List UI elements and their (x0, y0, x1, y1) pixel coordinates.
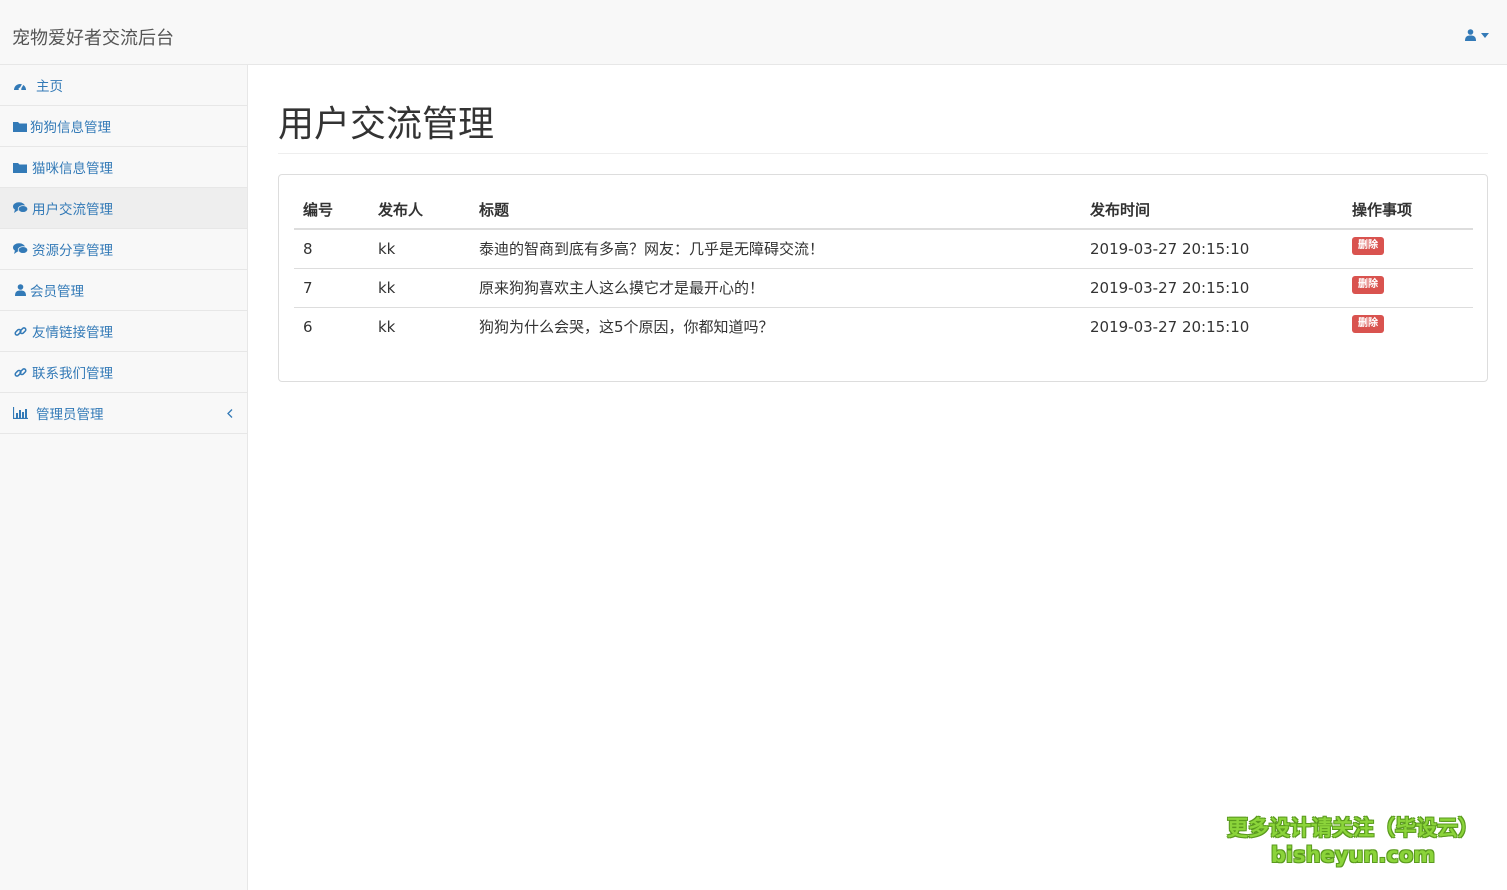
user-menu[interactable] (1465, 29, 1489, 41)
cell-title: 原来狗狗喜欢主人这么摸它才是最开心的！ (470, 268, 1081, 308)
sidebar-item-label: 主页 (36, 79, 63, 95)
sidebar-item-label: 资源分享管理 (32, 243, 113, 259)
user-icon (12, 283, 28, 297)
sidebar-item-cat-info[interactable]: 猫咪信息管理 (0, 147, 247, 188)
delete-button[interactable]: 删除 (1352, 237, 1384, 256)
column-header-time: 发布时间 (1081, 190, 1343, 230)
user-icon (1465, 29, 1476, 41)
sidebar-item-home[interactable]: 主页 (0, 65, 247, 106)
cell-time: 2019-03-27 20:15:10 (1081, 229, 1343, 269)
sidebar-item-contact-us[interactable]: 联系我们管理 (0, 352, 247, 393)
column-header-actions: 操作事项 (1343, 190, 1473, 230)
dashboard-icon (12, 78, 28, 92)
table-panel: 编号 发布人 标题 发布时间 操作事项 8 kk 泰迪的智商到底有多高？网友：几… (278, 174, 1488, 382)
sidebar-item-label: 猫咪信息管理 (32, 161, 113, 177)
comments-icon (12, 242, 28, 256)
sidebar-item-label: 友情链接管理 (32, 325, 113, 341)
cell-id: 7 (294, 268, 369, 308)
folder-icon (12, 119, 28, 133)
posts-table: 编号 发布人 标题 发布时间 操作事项 8 kk 泰迪的智商到底有多高？网友：几… (294, 190, 1473, 346)
column-header-title: 标题 (470, 190, 1081, 230)
table-row: 7 kk 原来狗狗喜欢主人这么摸它才是最开心的！ 2019-03-27 20:1… (294, 268, 1473, 308)
sidebar-item-label: 狗狗信息管理 (30, 120, 111, 136)
column-header-author: 发布人 (369, 190, 470, 230)
table-header-row: 编号 发布人 标题 发布时间 操作事项 (294, 190, 1473, 230)
sidebar-item-label: 会员管理 (30, 284, 84, 300)
cell-author: kk (378, 317, 396, 336)
brand-title[interactable]: 宠物爱好者交流后台 (12, 27, 174, 51)
cell-actions: 删除 (1343, 268, 1473, 308)
cell-author: kk (369, 229, 470, 269)
page-title: 用户交流管理 (278, 104, 495, 145)
table-row: 6 kk 狗狗为什么会哭，这5个原因，你都知道吗？ 2019-03-27 20:… (294, 307, 1473, 346)
cell-actions: 删除 (1343, 307, 1473, 346)
sidebar-item-dog-info[interactable]: 狗狗信息管理 (0, 106, 247, 147)
cell-title: 泰迪的智商到底有多高？网友：几乎是无障碍交流！ (470, 229, 1081, 269)
delete-button[interactable]: 删除 (1352, 315, 1384, 334)
cell-id: 6 (303, 317, 313, 336)
chevron-left-icon[interactable] (227, 406, 233, 422)
cell-title: 狗狗为什么会哭，这5个原因，你都知道吗？ (479, 318, 774, 337)
sidebar-item-resource-share[interactable]: 资源分享管理 (0, 229, 247, 270)
caret-down-icon (1481, 32, 1489, 38)
sidebar-item-label: 管理员管理 (36, 407, 104, 423)
sidebar-item-friend-links[interactable]: 友情链接管理 (0, 311, 247, 352)
delete-button[interactable]: 删除 (1352, 276, 1384, 294)
sidebar-item-admins[interactable]: 管理员管理 (0, 393, 247, 434)
top-navbar: 宠物爱好者交流后台 (0, 0, 1507, 65)
column-header-id: 编号 (294, 190, 369, 230)
page-header: 用户交流管理 (278, 103, 1488, 154)
table-row: 8 kk 泰迪的智商到底有多高？网友：几乎是无障碍交流！ 2019-03-27 … (294, 229, 1473, 269)
cell-time: 2019-03-27 20:15:10 (1090, 317, 1250, 336)
cell-author: kk (369, 268, 470, 308)
main-content: 用户交流管理 编号 发布人 标题 发布时间 操作事项 8 kk 泰迪的智商到底有… (248, 65, 1507, 890)
cell-id: 8 (294, 229, 369, 269)
cell-time: 2019-03-27 20:15:10 (1081, 268, 1343, 308)
sidebar-item-label: 用户交流管理 (32, 202, 113, 218)
folder-icon (12, 160, 28, 174)
sidebar-item-user-exchange[interactable]: 用户交流管理 (0, 188, 247, 229)
link-icon (12, 324, 28, 338)
comments-icon (12, 201, 28, 215)
cell-actions: 删除 (1343, 229, 1473, 269)
link-icon (12, 365, 28, 379)
bar-chart-icon (12, 406, 28, 420)
sidebar-item-label: 联系我们管理 (32, 366, 113, 382)
sidebar: 主页 狗狗信息管理 猫咪信息管理 用户交流管理 资源分享管理 会员管理 友情链接… (0, 65, 248, 890)
sidebar-item-members[interactable]: 会员管理 (0, 270, 247, 311)
